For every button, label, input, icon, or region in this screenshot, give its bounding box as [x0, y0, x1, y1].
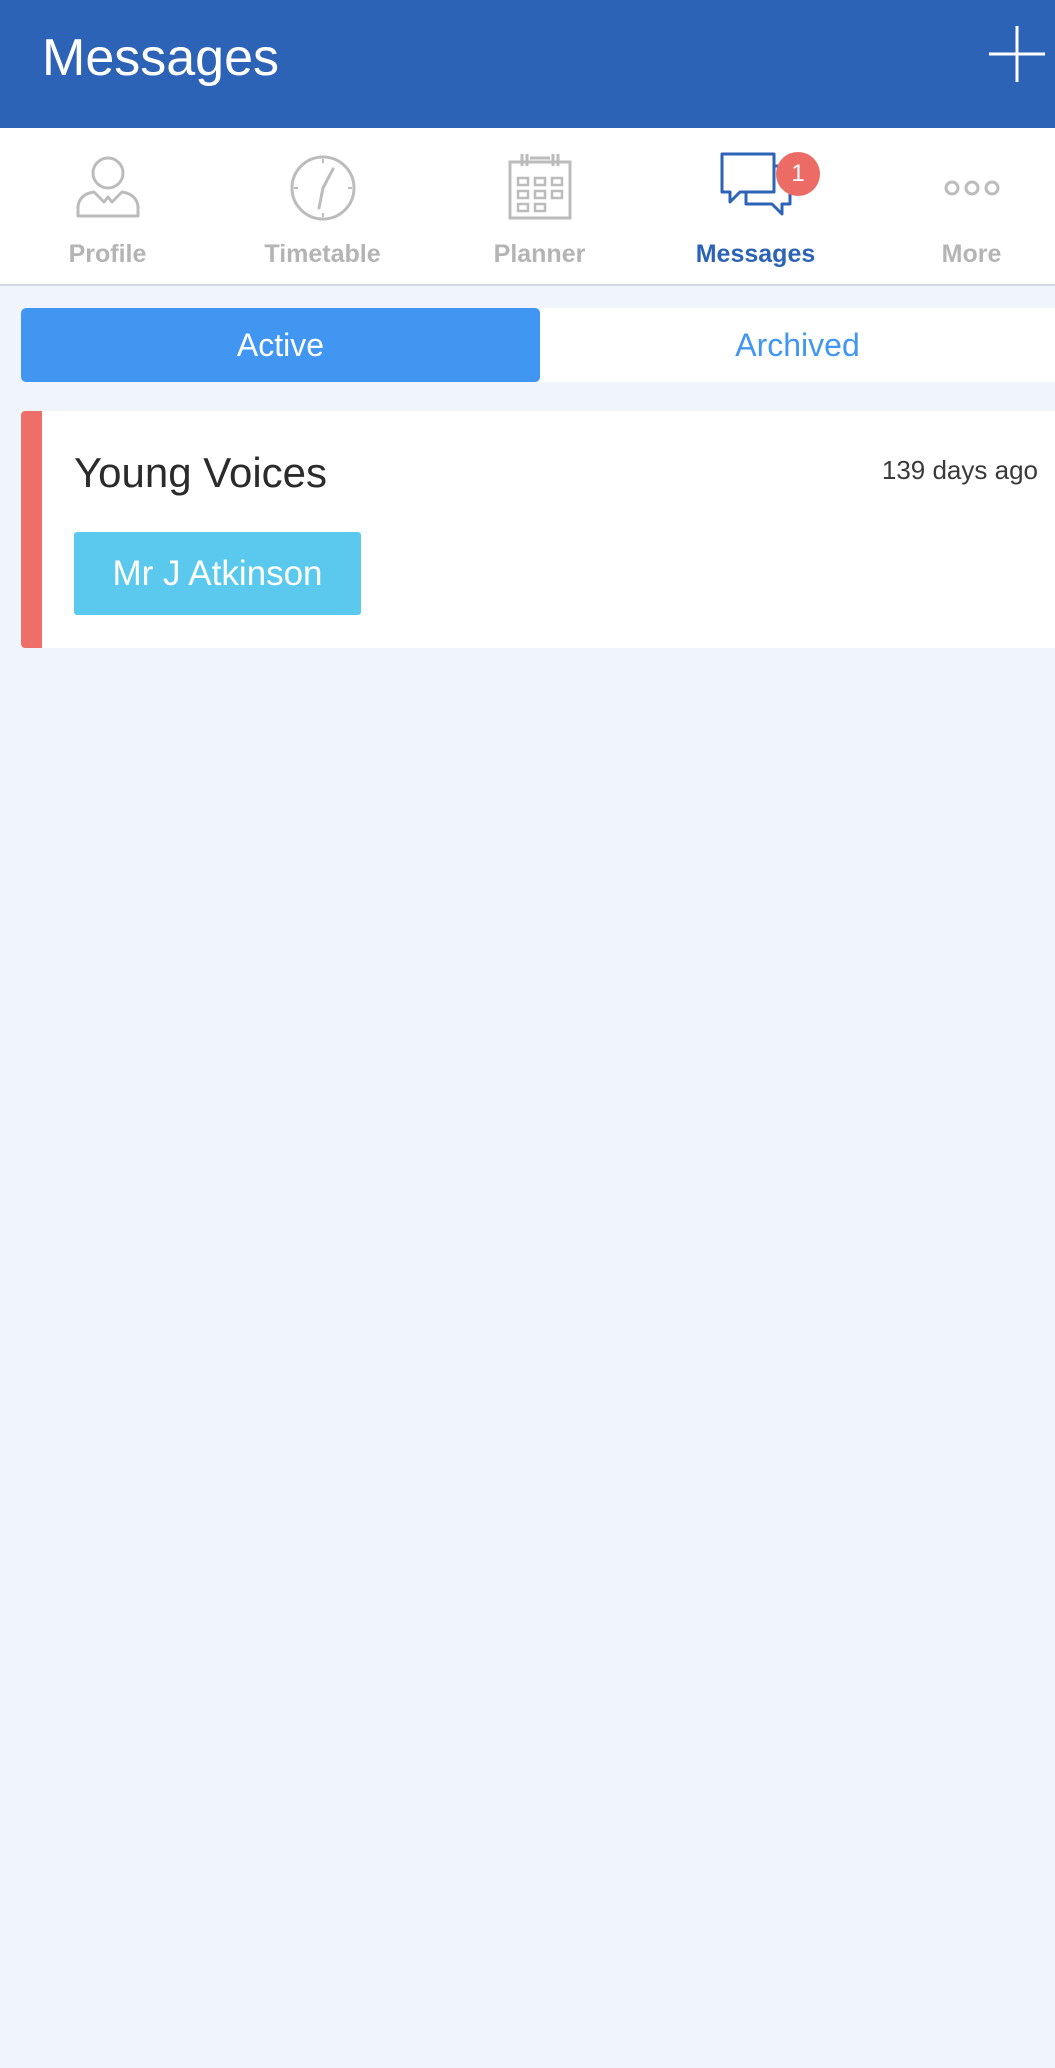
- nav-label: Planner: [493, 240, 586, 268]
- plus-icon: [989, 26, 1045, 82]
- nav-label: More: [941, 240, 1002, 268]
- clock-icon: [290, 155, 355, 221]
- nav-item-messages[interactable]: Messages: [650, 128, 861, 284]
- nav-bar: Profile Timetable Planner Messages More: [0, 128, 1055, 286]
- unread-badge: 1: [776, 152, 820, 196]
- message-title: Young Voices: [74, 449, 328, 496]
- nav-item-planner[interactable]: Planner: [434, 128, 645, 284]
- add-message-button[interactable]: [985, 22, 1049, 86]
- calendar-icon: [508, 154, 571, 220]
- sender-tag: Mr J Atkinson: [74, 532, 361, 615]
- person-icon: [76, 156, 139, 218]
- tab-active[interactable]: Active: [21, 308, 540, 382]
- tab-archived[interactable]: Archived: [540, 308, 1055, 382]
- nav-item-timetable[interactable]: Timetable: [217, 128, 428, 284]
- nav-item-more[interactable]: More: [866, 128, 1055, 284]
- app-bar: Messages: [0, 0, 1055, 128]
- unread-indicator: [21, 411, 42, 648]
- nav-label: Profile: [68, 240, 147, 268]
- nav-label: Timetable: [264, 240, 381, 268]
- more-dots-icon: [944, 180, 999, 196]
- message-timestamp: 139 days ago: [881, 455, 1038, 485]
- nav-item-profile[interactable]: Profile: [2, 128, 213, 284]
- nav-label: Messages: [695, 240, 816, 268]
- page-title: Messages: [42, 29, 279, 87]
- message-list-item[interactable]: Young Voices 139 days ago Mr J Atkinson: [21, 411, 1055, 648]
